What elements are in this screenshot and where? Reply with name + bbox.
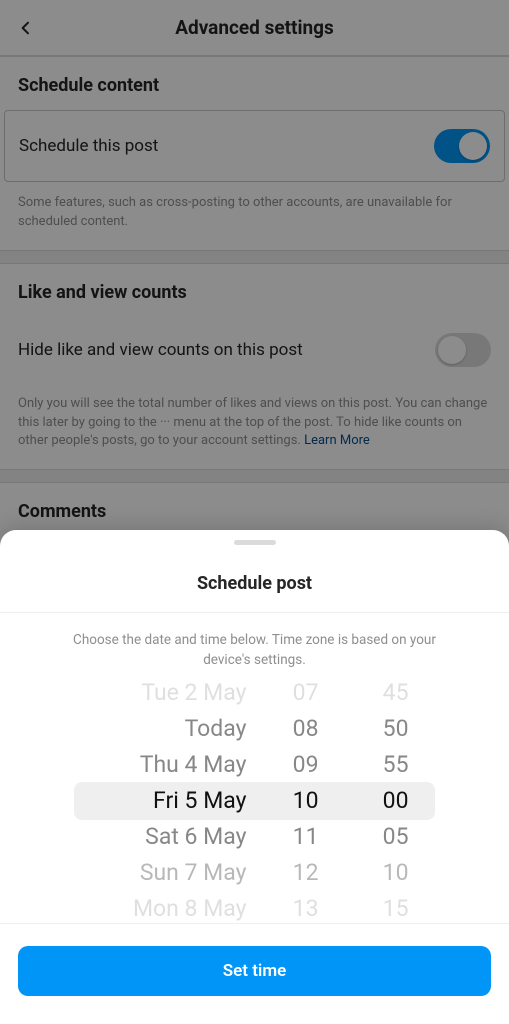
picker-item: Tue 2 May bbox=[75, 678, 247, 710]
picker-item: 45 bbox=[335, 678, 409, 710]
picker-item-selected: 00 bbox=[335, 783, 409, 819]
picker-item: 55 bbox=[335, 747, 409, 783]
picker-column-minute[interactable]: 45 50 55 00 05 10 15 bbox=[335, 678, 435, 923]
picker-item: 09 bbox=[255, 747, 319, 783]
picker-column-hour[interactable]: 07 08 09 10 11 12 13 bbox=[255, 678, 335, 923]
picker-item: 11 bbox=[255, 819, 319, 855]
schedule-post-sheet: Schedule post Choose the date and time b… bbox=[0, 530, 509, 1024]
sheet-footer: Set time bbox=[0, 923, 509, 1024]
picker-item-selected: Fri 5 May bbox=[75, 783, 247, 819]
picker-item: 07 bbox=[255, 678, 319, 710]
picker-item: 50 bbox=[335, 711, 409, 747]
picker-item: Sun 7 May bbox=[75, 855, 247, 891]
sheet-title: Schedule post bbox=[0, 545, 509, 613]
picker-item: 08 bbox=[255, 711, 319, 747]
picker-item: 05 bbox=[335, 819, 409, 855]
picker-item: 13 bbox=[255, 891, 319, 923]
picker-item: Mon 8 May bbox=[75, 891, 247, 923]
datetime-picker[interactable]: Tue 2 May Today Thu 4 May Fri 5 May Sat … bbox=[0, 678, 509, 923]
picker-item: 12 bbox=[255, 855, 319, 891]
set-time-button[interactable]: Set time bbox=[18, 946, 491, 996]
picker-item: Sat 6 May bbox=[75, 819, 247, 855]
picker-item-selected: 10 bbox=[255, 783, 319, 819]
sheet-subtitle: Choose the date and time below. Time zon… bbox=[0, 613, 509, 678]
picker-item: Thu 4 May bbox=[75, 747, 247, 783]
picker-item: 10 bbox=[335, 855, 409, 891]
picker-column-date[interactable]: Tue 2 May Today Thu 4 May Fri 5 May Sat … bbox=[75, 678, 255, 923]
picker-item: 15 bbox=[335, 891, 409, 923]
picker-item: Today bbox=[75, 711, 247, 747]
